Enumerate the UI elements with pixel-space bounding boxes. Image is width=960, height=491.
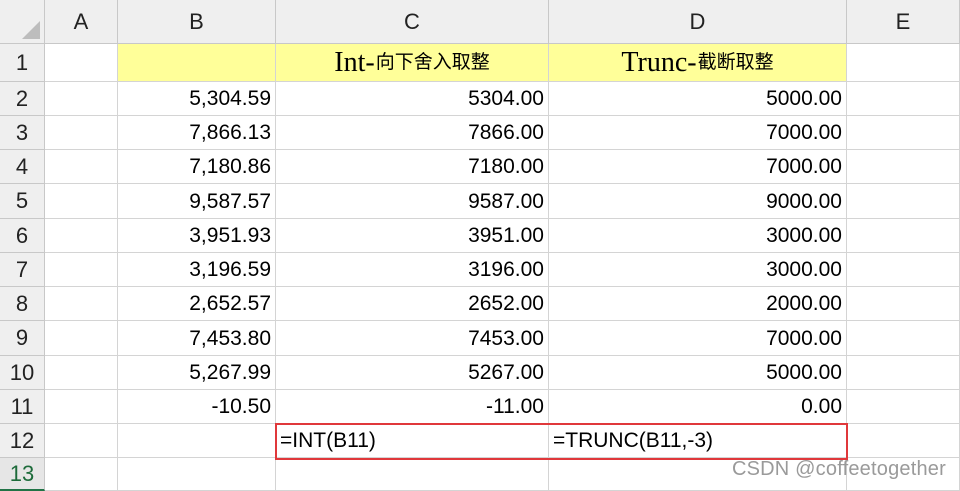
cell-d12-trunc-formula[interactable]: =TRUNC(B11,-3) [549, 424, 847, 458]
cell-e6[interactable] [847, 219, 960, 253]
column-header-a[interactable]: A [45, 0, 118, 44]
cell-d2[interactable]: 5000.00 [549, 82, 847, 116]
cell-d1[interactable]: Trunc- 截断取整 [549, 44, 847, 82]
cell-a12[interactable] [45, 424, 118, 458]
cell-e5[interactable] [847, 184, 960, 219]
row-header-10[interactable]: 10 [0, 356, 45, 390]
cell-d10[interactable]: 5000.00 [549, 356, 847, 390]
cell-b7[interactable]: 3,196.59 [118, 253, 276, 287]
cell-e11[interactable] [847, 390, 960, 424]
row-header-2[interactable]: 2 [0, 82, 45, 116]
cell-a13[interactable] [45, 458, 118, 491]
cell-a2[interactable] [45, 82, 118, 116]
cell-c7[interactable]: 3196.00 [276, 253, 549, 287]
cell-c13[interactable] [276, 458, 549, 491]
cell-b8[interactable]: 2,652.57 [118, 287, 276, 321]
cell-a1[interactable] [45, 44, 118, 82]
cell-e3[interactable] [847, 116, 960, 150]
cell-b11[interactable]: -10.50 [118, 390, 276, 424]
cell-d8[interactable]: 2000.00 [549, 287, 847, 321]
cell-c3[interactable]: 7866.00 [276, 116, 549, 150]
row-header-12[interactable]: 12 [0, 424, 45, 458]
select-all-corner[interactable] [0, 0, 45, 44]
cell-c11[interactable]: -11.00 [276, 390, 549, 424]
cell-c2[interactable]: 5304.00 [276, 82, 549, 116]
cell-c1[interactable]: Int- 向下舍入取整 [276, 44, 549, 82]
cell-d4[interactable]: 7000.00 [549, 150, 847, 184]
cell-e12[interactable] [847, 424, 960, 458]
trunc-header-title: Trunc- [621, 46, 697, 78]
select-all-triangle-icon [22, 21, 40, 39]
row-header-11[interactable]: 11 [0, 390, 45, 424]
row-header-9[interactable]: 9 [0, 321, 45, 356]
cell-a3[interactable] [45, 116, 118, 150]
cell-c9[interactable]: 7453.00 [276, 321, 549, 356]
cell-b9[interactable]: 7,453.80 [118, 321, 276, 356]
cell-a5[interactable] [45, 184, 118, 219]
cell-e1[interactable] [847, 44, 960, 82]
cell-a7[interactable] [45, 253, 118, 287]
row-header-7[interactable]: 7 [0, 253, 45, 287]
trunc-header-subtitle: 截断取整 [697, 52, 774, 73]
cell-e8[interactable] [847, 287, 960, 321]
cell-a10[interactable] [45, 356, 118, 390]
cell-b2[interactable]: 5,304.59 [118, 82, 276, 116]
cell-c10[interactable]: 5267.00 [276, 356, 549, 390]
column-header-c[interactable]: C [276, 0, 549, 44]
row-header-4[interactable]: 4 [0, 150, 45, 184]
cell-d3[interactable]: 7000.00 [549, 116, 847, 150]
cell-b4[interactable]: 7,180.86 [118, 150, 276, 184]
cell-b12[interactable] [118, 424, 276, 458]
cell-e9[interactable] [847, 321, 960, 356]
cell-e7[interactable] [847, 253, 960, 287]
row-header-5[interactable]: 5 [0, 184, 45, 219]
cell-b13[interactable] [118, 458, 276, 491]
row-header-3[interactable]: 3 [0, 116, 45, 150]
int-header-title: Int- [334, 46, 375, 78]
cell-c4[interactable]: 7180.00 [276, 150, 549, 184]
row-header-6[interactable]: 6 [0, 219, 45, 253]
watermark-text: CSDN @coffeetogether [731, 458, 946, 480]
cell-b10[interactable]: 5,267.99 [118, 356, 276, 390]
cell-d5[interactable]: 9000.00 [549, 184, 847, 219]
column-header-b[interactable]: B [118, 0, 276, 44]
cell-e10[interactable] [847, 356, 960, 390]
cell-a8[interactable] [45, 287, 118, 321]
cell-b5[interactable]: 9,587.57 [118, 184, 276, 219]
cell-b6[interactable]: 3,951.93 [118, 219, 276, 253]
cell-d11[interactable]: 0.00 [549, 390, 847, 424]
cell-d9[interactable]: 7000.00 [549, 321, 847, 356]
cell-d6[interactable]: 3000.00 [549, 219, 847, 253]
cell-a11[interactable] [45, 390, 118, 424]
cell-a6[interactable] [45, 219, 118, 253]
cell-c12-int-formula[interactable]: =INT(B11) [276, 424, 549, 458]
cell-b3[interactable]: 7,866.13 [118, 116, 276, 150]
cell-e2[interactable] [847, 82, 960, 116]
cell-d7[interactable]: 3000.00 [549, 253, 847, 287]
row-header-8[interactable]: 8 [0, 287, 45, 321]
spreadsheet-grid: A B C D E 1 2 3 4 5 6 7 8 9 10 11 12 13 … [0, 0, 960, 491]
int-header-subtitle: 向下舍入取整 [375, 52, 490, 73]
cell-c8[interactable]: 2652.00 [276, 287, 549, 321]
cell-a9[interactable] [45, 321, 118, 356]
row-header-1[interactable]: 1 [0, 44, 45, 82]
row-header-13[interactable]: 13 [0, 458, 45, 491]
cell-b1[interactable] [118, 44, 276, 82]
cell-a4[interactable] [45, 150, 118, 184]
column-header-e[interactable]: E [847, 0, 960, 44]
cell-c6[interactable]: 3951.00 [276, 219, 549, 253]
cell-e4[interactable] [847, 150, 960, 184]
column-header-d[interactable]: D [549, 0, 847, 44]
cell-c5[interactable]: 9587.00 [276, 184, 549, 219]
